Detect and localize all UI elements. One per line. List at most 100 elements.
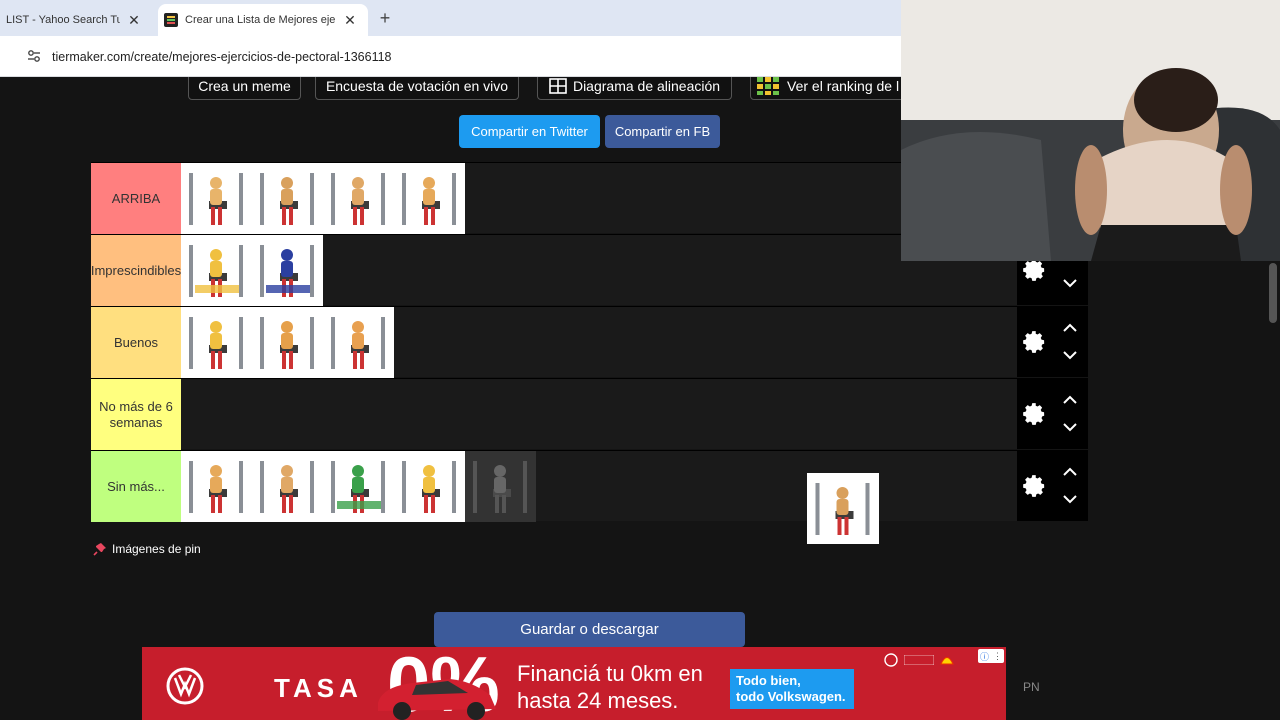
exercise-illustration [260, 245, 314, 297]
exercise-image[interactable] [394, 451, 465, 522]
ad-line2: hasta 24 meses. [517, 688, 679, 713]
exercise-image[interactable] [181, 307, 252, 378]
ad-badge-line2: todo Volkswagen. [736, 689, 846, 704]
chevron-up-icon[interactable] [1062, 323, 1078, 333]
exercise-illustration [473, 461, 527, 513]
exercise-illustration [189, 245, 243, 297]
tier-items [181, 163, 465, 234]
exercise-image[interactable] [323, 307, 394, 378]
tier-label[interactable]: Sin más... [91, 451, 181, 522]
tier-label[interactable]: Buenos [91, 307, 181, 378]
ad-tasa-text: TASA [274, 673, 363, 703]
exercise-image[interactable] [252, 235, 323, 306]
vw-small-logo-icon [884, 653, 898, 667]
exercise-illustration [260, 173, 314, 225]
gear-icon[interactable] [1021, 329, 1047, 355]
exercise-illustration [189, 317, 243, 369]
side-label: PN [1023, 680, 1040, 694]
volkswagen-ad-banner[interactable]: TASA 0% Financiá tu 0km en hasta 24 mese… [142, 647, 1006, 720]
exercise-illustration [331, 173, 385, 225]
exercise-image[interactable] [252, 163, 323, 234]
browser-tab-tiermaker[interactable]: Crear una Lista de Mejores ejerc ✕ [158, 4, 368, 36]
ad-badge: Todo bien, todo Volkswagen. [730, 669, 854, 709]
ad-line1: Financiá tu 0km en [517, 661, 703, 686]
ad-badge-line1: Todo bien, [736, 673, 801, 688]
browser-tab-yahoo[interactable]: LIST - Yahoo Search Tus re ✕ [0, 4, 152, 36]
grid-icon [549, 77, 567, 94]
exercise-image-placeholder[interactable] [465, 451, 536, 522]
tier-row-no-mas-6-semanas: No más de 6 semanas [91, 378, 1017, 450]
new-tab-plus-icon[interactable]: + [376, 9, 394, 27]
share-fb-button[interactable]: Compartir en FB [605, 115, 720, 148]
save-download-button[interactable]: Guardar o descargar [434, 612, 745, 647]
exercise-image[interactable] [252, 307, 323, 378]
tiermaker-favicon-icon [164, 13, 178, 27]
tier-row-imprescindibles: Imprescindibles [91, 234, 1017, 306]
pin-images-label: Imágenes de pin [112, 542, 201, 556]
ranking-grid-icon [757, 77, 779, 95]
webcam-overlay [901, 0, 1280, 261]
shell-logo-icon [940, 657, 954, 665]
vw-logo-icon [166, 667, 204, 705]
exercise-illustration [331, 317, 385, 369]
exercise-image[interactable] [323, 163, 394, 234]
site-info-icon[interactable] [26, 48, 42, 64]
share-twitter-button[interactable]: Compartir en Twitter [459, 115, 600, 148]
ad-side-right [1006, 647, 1280, 720]
tab-title: Crear una Lista de Mejores ejerc [185, 14, 336, 26]
tier-items [181, 235, 323, 306]
exercise-illustration [815, 483, 870, 535]
chevron-down-icon[interactable] [1062, 494, 1078, 504]
exercise-illustration [189, 461, 243, 513]
exercise-illustration [189, 173, 243, 225]
tier-label[interactable]: No más de 6 semanas [91, 379, 181, 450]
scrollbar-thumb[interactable] [1269, 263, 1277, 323]
pin-images-toggle[interactable]: Imágenes de pin [93, 542, 201, 556]
tier-items [181, 451, 536, 522]
exercise-illustration [331, 461, 385, 513]
ad-partner-logos [884, 653, 968, 667]
url-text[interactable]: tiermaker.com/create/mejores-ejercicios-… [52, 50, 392, 64]
pushpin-icon [93, 543, 106, 556]
tab-title: LIST - Yahoo Search Tus re [6, 14, 120, 26]
tier-controls [1017, 378, 1088, 449]
tier-label[interactable]: ARRIBA [91, 163, 181, 234]
chevron-up-icon[interactable] [1062, 467, 1078, 477]
tier-items [181, 307, 394, 378]
tier-controls [1017, 450, 1088, 521]
close-tab-icon[interactable]: ✕ [342, 12, 358, 28]
gear-icon[interactable] [1021, 473, 1047, 499]
exercise-image[interactable] [181, 451, 252, 522]
webcam-person-image [901, 0, 1280, 261]
partner-logo-icon [904, 655, 934, 665]
exercise-illustration [402, 173, 456, 225]
chevron-up-icon[interactable] [1062, 395, 1078, 405]
live-poll-button[interactable]: Encuesta de votación en vivo [315, 77, 519, 100]
exercise-illustration [260, 461, 314, 513]
ad-side-left [0, 647, 142, 720]
alignment-chart-button[interactable]: Diagrama de alineación [537, 77, 732, 100]
create-meme-button[interactable]: Crea un meme [188, 77, 301, 100]
view-ranking-button[interactable]: Ver el ranking de l [750, 77, 910, 100]
chevron-down-icon[interactable] [1062, 278, 1078, 288]
exercise-illustration [260, 317, 314, 369]
dragged-exercise-image[interactable] [807, 473, 879, 544]
tier-row-buenos: Buenos [91, 306, 1017, 378]
exercise-image[interactable] [181, 235, 252, 306]
gear-icon[interactable] [1021, 401, 1047, 427]
tier-controls [1017, 306, 1088, 377]
page-scrollbar[interactable] [1266, 261, 1280, 647]
chevron-down-icon[interactable] [1062, 422, 1078, 432]
exercise-illustration [402, 461, 456, 513]
browser-tab-bar: LIST - Yahoo Search Tus re ✕ Crear una L… [0, 0, 901, 36]
exercise-image[interactable] [394, 163, 465, 234]
exercise-image[interactable] [252, 451, 323, 522]
exercise-image[interactable] [323, 451, 394, 522]
tier-label[interactable]: Imprescindibles [91, 235, 181, 306]
ad-choices-icon[interactable]: ⓘ ⋮ [978, 649, 1004, 663]
exercise-image[interactable] [181, 163, 252, 234]
chevron-down-icon[interactable] [1062, 350, 1078, 360]
car-image [378, 679, 496, 720]
alignment-chart-label: Diagrama de alineación [572, 77, 721, 94]
close-tab-icon[interactable]: ✕ [126, 12, 142, 28]
